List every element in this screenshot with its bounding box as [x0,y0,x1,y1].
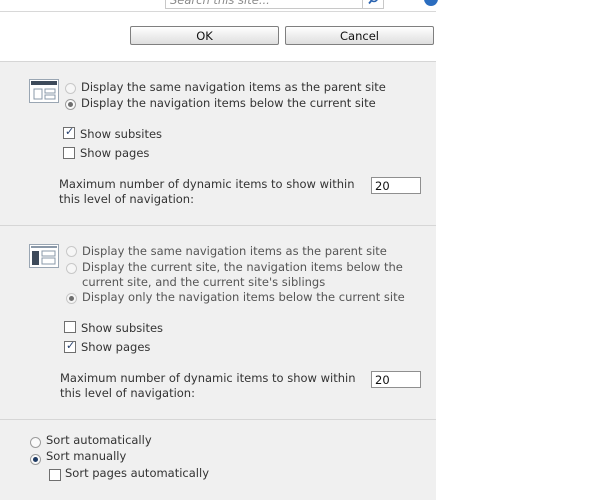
current-max-items-label-line1: Maximum number of dynamic items to show … [60,371,356,385]
sort-automatically-radio[interactable] [30,437,41,448]
search-button[interactable] [362,0,384,9]
global-nav-inherit-label: Display the same navigation items as the… [81,80,386,94]
current-nav-below-only-label: Display only the navigation items below … [82,290,405,304]
global-max-items-label-line2: this level of navigation: [59,192,194,206]
sorting-section: Sort automatically Sort manually Sort pa… [0,419,436,500]
global-max-items-label-line1: Maximum number of dynamic items to show … [59,177,355,191]
current-navigation-section: Display the same navigation items as the… [0,225,436,420]
current-max-items-input[interactable] [371,371,421,388]
global-show-subsites-checkbox[interactable] [63,125,75,139]
current-nav-below-only-radio[interactable] [66,293,77,304]
sort-pages-automatically-checkbox[interactable] [49,469,61,481]
help-icon[interactable] [424,0,438,6]
search-icon [368,0,378,5]
current-nav-inherit-radio[interactable] [66,246,77,257]
current-max-items-label-line2: this level of navigation: [60,386,195,400]
current-show-subsites-label: Show subsites [81,321,164,335]
current-show-pages-checkbox[interactable] [64,339,76,353]
global-nav-below-current-label: Display the navigation items below the c… [81,96,376,110]
cancel-button[interactable]: Cancel [285,26,434,45]
sort-pages-automatically-label: Sort pages automatically [65,466,209,480]
sort-automatically-label: Sort automatically [46,433,152,447]
ok-button[interactable]: OK [130,26,279,45]
global-nav-below-current-radio[interactable] [65,99,76,110]
global-show-pages-label: Show pages [80,146,150,160]
header-divider [0,11,436,12]
sort-manually-radio[interactable] [30,454,41,465]
current-nav-siblings-label-line2: current site, and the current site's sib… [82,275,326,289]
current-show-pages-label: Show pages [81,340,151,354]
global-navigation-section: Display the same navigation items as the… [0,61,436,226]
global-show-subsites-label: Show subsites [80,127,163,141]
global-show-pages-checkbox[interactable] [63,147,75,159]
global-max-items-input[interactable] [371,177,421,194]
current-nav-siblings-radio[interactable] [66,263,77,274]
sort-manually-label: Sort manually [46,449,127,463]
search-input[interactable]: Search this site... [165,0,366,9]
current-nav-siblings-label-line1: Display the current site, the navigation… [82,260,403,274]
current-show-subsites-checkbox[interactable] [64,321,76,333]
current-navigation-icon [29,244,59,268]
global-nav-inherit-radio[interactable] [65,83,76,94]
global-navigation-icon [29,79,59,103]
current-nav-inherit-label: Display the same navigation items as the… [82,244,387,258]
